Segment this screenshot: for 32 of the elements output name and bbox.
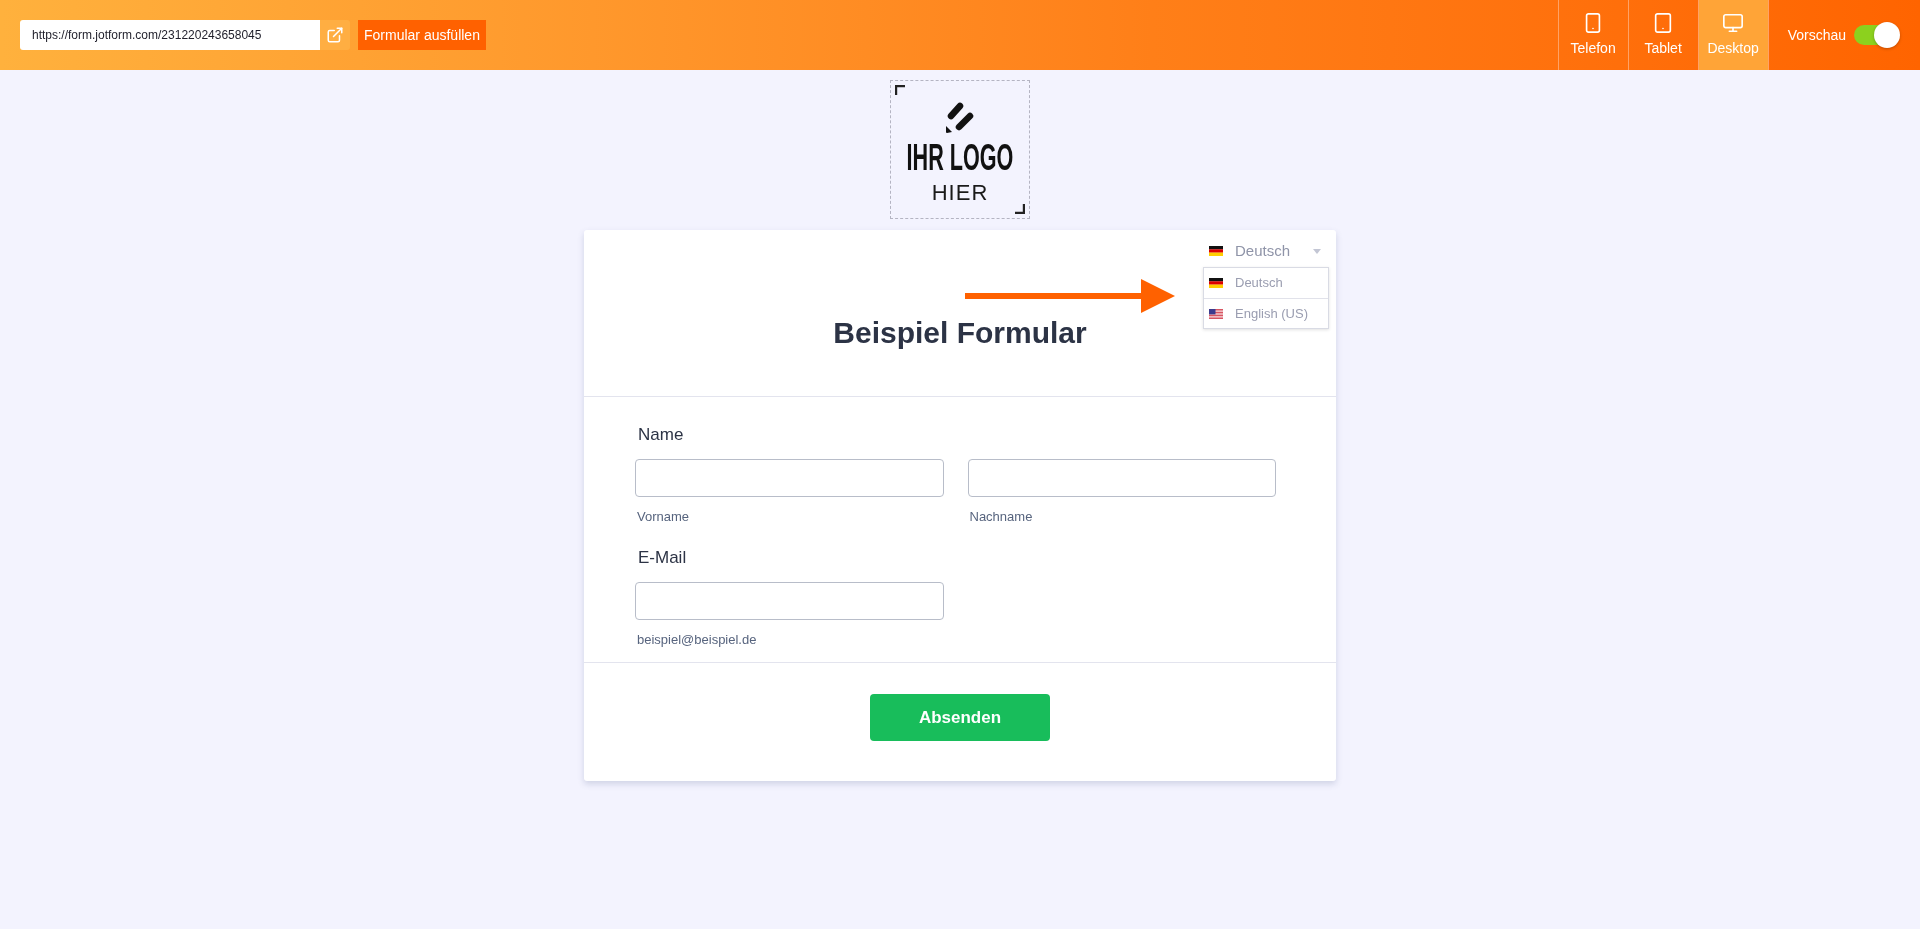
language-option[interactable]: Deutsch [1204, 268, 1328, 298]
language-selector[interactable]: Deutsch [1203, 240, 1329, 262]
text-input-field[interactable] [635, 582, 944, 620]
field-label: E-Mail [638, 548, 687, 568]
logo-text: HIER [931, 182, 989, 204]
url-field[interactable]: https://form.jotform.com/231220243658045 [20, 20, 320, 50]
logo-mark-icon [945, 102, 975, 135]
language-option[interactable]: English (US) [1204, 298, 1328, 328]
field-sublabel: beispiel@beispiel.de [637, 632, 757, 648]
crop-corner-icon [895, 85, 905, 95]
logo-text: IHR LOGO [906, 140, 1014, 176]
device-tab[interactable]: Telefon [1557, 0, 1628, 70]
german-flag-icon [1209, 246, 1223, 256]
field-sublabel: Vorname [637, 509, 690, 525]
form-title: Beispiel Formular [833, 315, 1087, 351]
preview-label: Vorschau [1787, 25, 1846, 45]
field-sublabel: Nachname [969, 509, 1033, 525]
fill-form-button[interactable]: Formular ausfüllen [358, 20, 486, 50]
preview-toggle[interactable] [1854, 22, 1900, 48]
text-input-field[interactable] [635, 459, 944, 497]
submit-button[interactable]: Absenden [870, 694, 1050, 741]
german-flag-icon [1209, 278, 1223, 288]
text-input-field[interactable] [967, 459, 1276, 497]
monitor-icon [1722, 12, 1745, 34]
caret-icon [1313, 248, 1321, 254]
device-tab[interactable]: Tablet [1627, 0, 1698, 70]
crop-corner-icon [1015, 204, 1025, 214]
external-link-icon [326, 26, 344, 44]
us-flag-icon [1209, 308, 1223, 319]
device-tab[interactable]: Desktop [1697, 0, 1768, 70]
open-link-button[interactable] [320, 20, 350, 50]
field-label: Name [638, 425, 684, 445]
